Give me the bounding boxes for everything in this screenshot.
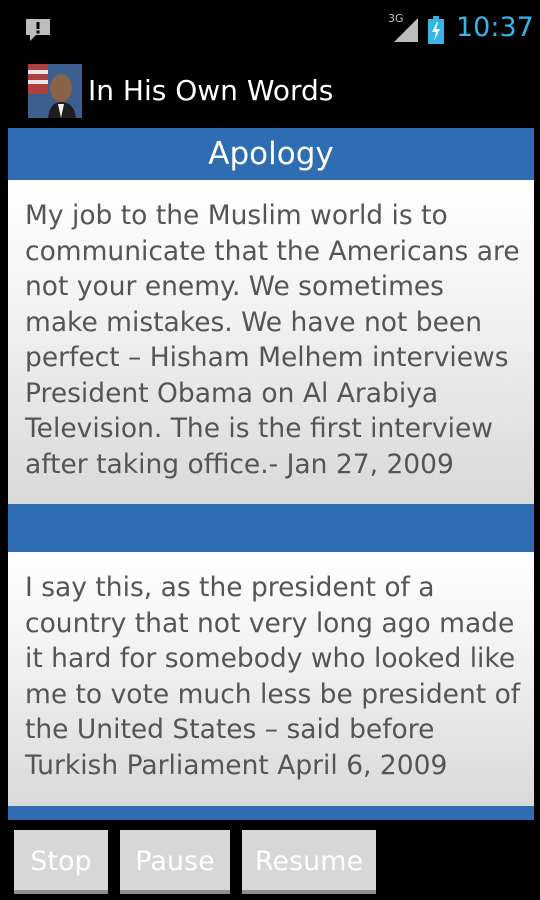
action-bar: In His Own Words <box>0 56 540 128</box>
divider-band <box>8 806 534 820</box>
app-title: In His Own Words <box>88 74 334 107</box>
quote-card[interactable]: I say this, as the president of a countr… <box>8 552 534 806</box>
clock: 10:37 <box>456 12 534 43</box>
portrait-icon <box>28 64 82 118</box>
pause-button[interactable]: Pause <box>120 830 230 894</box>
app-portrait-icon[interactable] <box>28 64 82 118</box>
section-title: Apology <box>8 128 534 180</box>
divider-band <box>8 504 534 552</box>
quote-text: My job to the Muslim world is to communi… <box>25 200 520 480</box>
quote-text: I say this, as the president of a countr… <box>25 572 521 781</box>
cell-signal-icon <box>394 18 418 42</box>
stop-button[interactable]: Stop <box>14 830 108 894</box>
resume-button[interactable]: Resume <box>242 830 376 894</box>
quote-card[interactable]: My job to the Muslim world is to communi… <box>8 180 534 504</box>
battery-charging-icon <box>428 16 444 44</box>
exclamation-bubble-icon[interactable] <box>24 17 52 43</box>
playback-controls: Stop Pause Resume <box>0 820 540 900</box>
quote-list[interactable]: Apology My job to the Muslim world is to… <box>8 128 534 820</box>
status-bar: 3G 10:37 <box>0 0 540 56</box>
